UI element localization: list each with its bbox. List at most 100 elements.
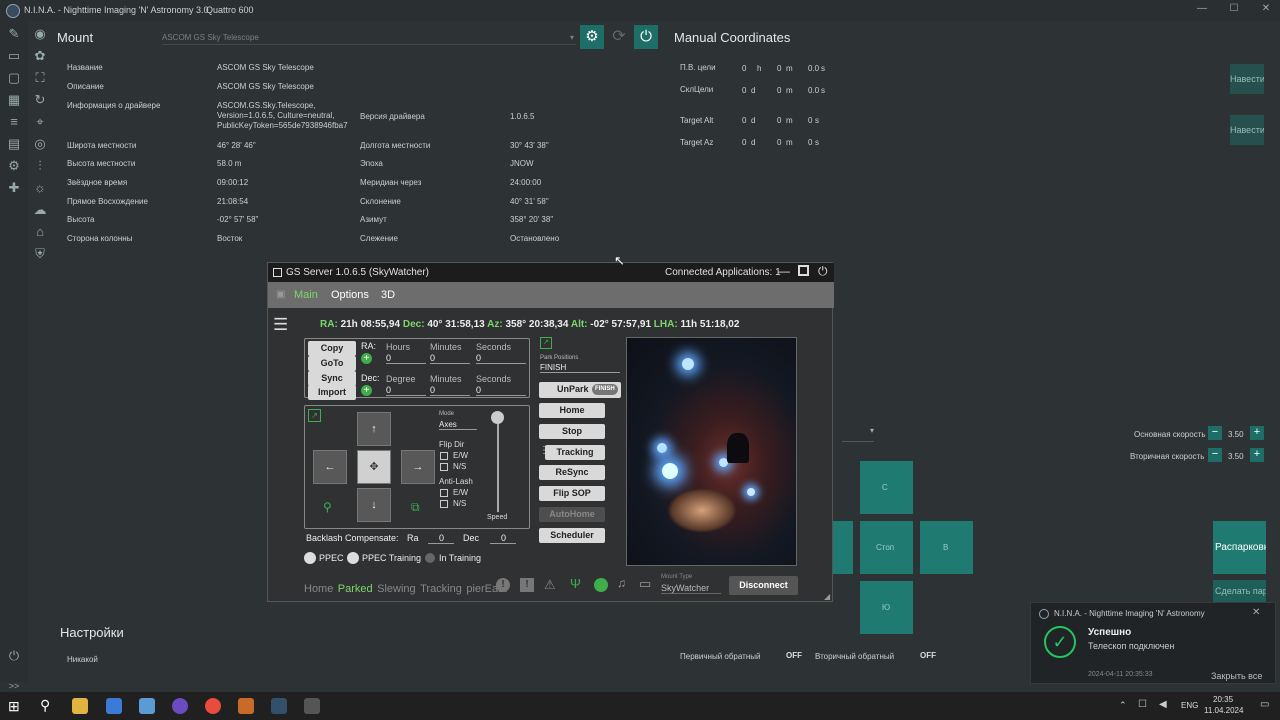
network-icon[interactable]: ☐ bbox=[1138, 699, 1147, 710]
language-indicator[interactable]: ENG bbox=[1181, 701, 1198, 710]
west-button[interactable] bbox=[833, 521, 853, 574]
ppec-training-toggle[interactable] bbox=[347, 552, 359, 564]
secondary-speed-increase[interactable]: + bbox=[1250, 448, 1264, 462]
unpark-button[interactable]: Распарковк bbox=[1213, 521, 1266, 574]
primary-reverse-toggle[interactable]: OFF bbox=[786, 651, 802, 660]
connect-button[interactable]: ⏻ bbox=[634, 25, 658, 49]
power-icon[interactable]: ⏻ bbox=[6, 648, 22, 664]
camera-icon[interactable]: ◉ bbox=[32, 26, 48, 42]
maximize-icon[interactable]: ☐ bbox=[1218, 3, 1250, 19]
flat-panel-icon[interactable]: ☼ bbox=[32, 180, 48, 196]
astro-app-icon[interactable] bbox=[172, 698, 188, 714]
secondary-speed-value[interactable]: 3.50 bbox=[1228, 452, 1244, 461]
resync-button[interactable]: ReSync bbox=[539, 465, 605, 480]
maximize-icon[interactable] bbox=[798, 265, 809, 276]
disconnect-button[interactable]: Disconnect bbox=[729, 576, 798, 595]
ra-seconds-input[interactable]: 0 bbox=[476, 353, 526, 364]
popout-icon[interactable]: ↗ bbox=[308, 409, 321, 422]
options-icon[interactable]: ⚙ bbox=[6, 158, 22, 174]
nina-taskbar-icon[interactable] bbox=[271, 698, 287, 714]
add-dec-icon[interactable]: + bbox=[361, 385, 372, 396]
imaging-icon[interactable]: ▤ bbox=[6, 136, 22, 152]
rotator-icon[interactable]: ↻ bbox=[32, 92, 48, 108]
primary-speed-increase[interactable]: + bbox=[1250, 426, 1264, 440]
power-icon[interactable]: ⏻ bbox=[818, 264, 828, 279]
clock-date[interactable]: 11.04.2024 bbox=[1204, 706, 1243, 715]
ra-minutes-input[interactable]: 0 bbox=[430, 353, 470, 364]
minimize-icon[interactable]: — bbox=[778, 264, 790, 278]
home-icon[interactable]: ▣ bbox=[276, 289, 285, 300]
minimize-icon[interactable]: — bbox=[1186, 3, 1218, 19]
window-menu-icon[interactable] bbox=[273, 268, 282, 277]
autohome-button[interactable]: AutoHome bbox=[539, 507, 605, 522]
mount-settings-button[interactable]: ⚙ bbox=[580, 25, 604, 49]
gs-server-taskbar-icon[interactable] bbox=[304, 698, 320, 714]
coord-field-3[interactable]: 0 bbox=[808, 138, 812, 147]
coord-field-3[interactable]: 0.0 bbox=[808, 86, 819, 95]
dec-minutes-input[interactable]: 0 bbox=[430, 385, 470, 396]
slew-north-button[interactable]: ↑ bbox=[357, 412, 391, 446]
flip-ns-checkbox[interactable] bbox=[440, 463, 448, 471]
sequencer-icon[interactable]: ≡ bbox=[6, 114, 22, 130]
menu-options[interactable]: Options bbox=[331, 289, 369, 301]
coord-field-1[interactable]: 0 bbox=[742, 86, 746, 95]
popout-icon[interactable]: ↗ bbox=[540, 337, 552, 349]
stop-button[interactable]: Stop bbox=[539, 424, 605, 439]
equipment-icon[interactable]: ✎ bbox=[6, 26, 22, 42]
calculator-icon[interactable] bbox=[106, 698, 122, 714]
east-button[interactable]: В bbox=[920, 521, 973, 574]
coord-field-2[interactable]: 0 bbox=[777, 86, 781, 95]
clock-time[interactable]: 20:35 bbox=[1213, 695, 1233, 704]
south-button[interactable]: Ю bbox=[860, 581, 913, 634]
speed-slider-thumb[interactable] bbox=[491, 411, 504, 424]
antilash-ns-checkbox[interactable] bbox=[440, 500, 448, 508]
app-icon[interactable] bbox=[139, 698, 155, 714]
switch-icon[interactable]: ⫶ bbox=[32, 158, 48, 174]
backlash-ra-select[interactable]: 0 bbox=[428, 533, 454, 544]
menu-main[interactable]: Main bbox=[294, 289, 318, 301]
slew-radec-button[interactable]: Навести bbox=[1230, 64, 1264, 94]
file-explorer-icon[interactable] bbox=[72, 698, 88, 714]
slew-altaz-button[interactable]: Навести bbox=[1230, 115, 1264, 145]
park-positions-select[interactable]: FINISH bbox=[540, 363, 620, 373]
close-all-button[interactable]: Закрыть все bbox=[1211, 671, 1262, 681]
mount-type-select[interactable]: SkyWatcher bbox=[661, 583, 721, 594]
framing-icon[interactable]: ▢ bbox=[6, 70, 22, 86]
mode-select[interactable]: Axes bbox=[439, 420, 477, 430]
degree-input[interactable]: 0 bbox=[386, 385, 426, 396]
close-icon[interactable]: ✕ bbox=[1252, 607, 1260, 618]
coord-field-1[interactable]: 0 bbox=[742, 138, 746, 147]
notifications-icon[interactable]: ▭ bbox=[1260, 699, 1269, 710]
hours-input[interactable]: 0 bbox=[386, 353, 426, 364]
windows-start-icon[interactable]: ⊞ bbox=[8, 698, 20, 715]
mount-device-select[interactable]: ASCOM GS Sky Telescope ▾ bbox=[162, 33, 576, 45]
add-ra-icon[interactable]: + bbox=[361, 353, 372, 364]
secondary-speed-decrease[interactable]: − bbox=[1208, 448, 1222, 462]
tracking-button[interactable]: Tracking bbox=[545, 445, 605, 460]
close-icon[interactable]: ✕ bbox=[1250, 3, 1280, 19]
weather-icon[interactable]: ☁ bbox=[32, 202, 48, 218]
primary-speed-value[interactable]: 3.50 bbox=[1228, 430, 1244, 439]
chrome-icon[interactable] bbox=[205, 698, 221, 714]
set-park-button[interactable]: Сделать пар bbox=[1213, 580, 1266, 602]
coord-field-2[interactable]: 0 bbox=[777, 138, 781, 147]
coord-field-3[interactable]: 0.0 bbox=[808, 64, 819, 73]
speed-slider-track[interactable] bbox=[497, 414, 499, 512]
coord-field-2[interactable]: 0 bbox=[777, 64, 781, 73]
folder-app-icon[interactable] bbox=[238, 698, 254, 714]
antilash-ew-checkbox[interactable] bbox=[440, 489, 448, 497]
sync-button[interactable]: Sync bbox=[308, 371, 356, 386]
dec-seconds-input[interactable]: 0 bbox=[476, 385, 526, 396]
focuser-icon[interactable]: ⛶ bbox=[32, 70, 48, 86]
refresh-button[interactable]: ⟳ bbox=[607, 25, 631, 49]
coord-field-1[interactable]: 0 bbox=[742, 64, 746, 73]
volume-icon[interactable]: ◀ bbox=[1159, 699, 1167, 710]
resize-grip-icon[interactable]: ◢ bbox=[824, 592, 830, 601]
stop-button[interactable]: Стоп bbox=[860, 521, 913, 574]
flat-wizard-icon[interactable]: ▦ bbox=[6, 92, 22, 108]
backlash-dec-select[interactable]: 0 bbox=[490, 533, 516, 544]
unpark-button[interactable]: UnPark FINISH bbox=[539, 382, 621, 398]
guider-icon[interactable]: ◎ bbox=[32, 136, 48, 152]
sky-atlas-icon[interactable]: ▭ bbox=[6, 48, 22, 64]
slew-west-button[interactable]: ← bbox=[313, 450, 347, 484]
